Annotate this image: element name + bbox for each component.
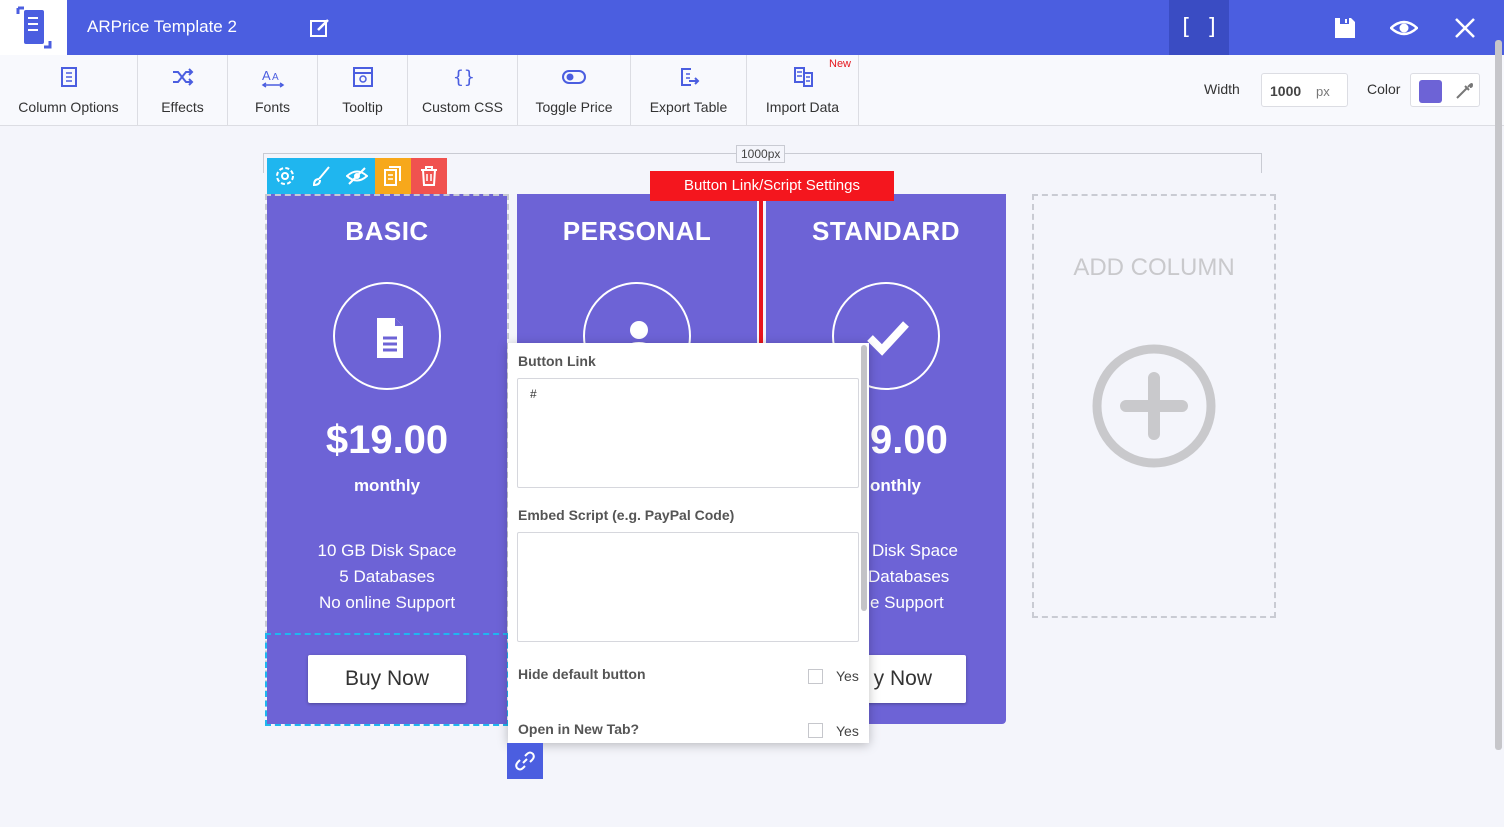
width-value: 1000 <box>1270 83 1302 99</box>
button-link-label: Button Link <box>518 353 596 369</box>
open-new-tab-yes-label: Yes <box>836 723 859 739</box>
feature-row[interactable]: No online Support <box>267 593 507 613</box>
trash-icon <box>421 166 437 186</box>
column-settings-button[interactable] <box>267 158 303 194</box>
toolbar-column-options[interactable]: Column Options <box>0 55 138 126</box>
eyedropper-icon[interactable] <box>1454 81 1474 101</box>
edit-title-icon[interactable] <box>308 16 332 40</box>
page-scrollbar[interactable] <box>1495 40 1502 750</box>
toolbar-label: Import Data <box>765 99 840 115</box>
toolbar-fonts[interactable]: AA Fonts <box>228 55 318 126</box>
column-options-icon <box>60 67 77 87</box>
add-column-button[interactable]: ADD COLUMN <box>1032 194 1276 618</box>
width-input[interactable]: 1000 px <box>1261 73 1348 107</box>
feature-row[interactable]: 10 GB Disk Space <box>267 541 507 561</box>
fullscreen-toggle-button[interactable]: [ ] <box>1169 0 1229 55</box>
column-period[interactable]: monthly <box>267 476 507 496</box>
app-logo <box>0 0 67 55</box>
button-link-settings-tooltip: Button Link/Script Settings <box>650 171 894 201</box>
toolbar-label: Tooltip <box>342 99 383 115</box>
feature-row[interactable]: Disk Space <box>872 541 958 561</box>
import-icon <box>793 67 813 87</box>
toolbar-label: Effects <box>161 99 204 115</box>
color-picker[interactable] <box>1410 73 1480 107</box>
toolbar-label: Fonts <box>254 99 290 115</box>
embed-script-textarea[interactable] <box>517 532 859 642</box>
svg-text:{}: {} <box>453 67 475 88</box>
toolbar-label: Column Options <box>18 99 119 115</box>
open-new-tab-checkbox[interactable] <box>808 723 823 738</box>
fonts-icon: AA <box>261 68 284 88</box>
color-label: Color <box>1367 81 1401 97</box>
column-period[interactable]: onthly <box>870 476 921 496</box>
svg-text:A: A <box>262 68 271 83</box>
toolbar-toggle-price[interactable]: Toggle Price <box>518 55 631 126</box>
top-bar: ARPrice Template 2 [ ] <box>0 0 1504 55</box>
button-link-textarea[interactable]: # <box>517 378 859 488</box>
svg-text:A: A <box>272 72 279 83</box>
hide-default-button-checkbox[interactable] <box>808 669 823 684</box>
width-label: Width <box>1204 81 1240 97</box>
button-link-settings-popup: Button Link # Embed Script (e.g. PayPal … <box>508 343 869 743</box>
template-title: ARPrice Template 2 <box>87 17 237 36</box>
column-title[interactable]: BASIC <box>267 216 507 247</box>
toolbar-tooltip[interactable]: Tooltip <box>318 55 408 126</box>
open-new-tab-label: Open in New Tab? <box>518 721 640 737</box>
ruler-label: 1000px <box>736 145 786 163</box>
editor-toolbar: Column Options Effects AA Fonts Tooltip … <box>0 55 1504 126</box>
check-icon <box>867 321 909 356</box>
eye-slash-icon <box>346 167 368 185</box>
column-title[interactable]: PERSONAL <box>517 216 757 247</box>
column-hide-button[interactable] <box>339 158 375 194</box>
toolbar-label: Toggle Price <box>535 99 613 115</box>
embed-script-label: Embed Script (e.g. PayPal Code) <box>518 507 735 523</box>
feature-row[interactable]: e Support <box>870 593 944 613</box>
column-duplicate-button[interactable] <box>375 158 411 194</box>
braces-icon: {} <box>453 67 475 88</box>
width-unit: px <box>1316 84 1330 99</box>
save-icon[interactable] <box>1331 14 1359 42</box>
tooltip-pointer-line <box>759 201 763 343</box>
new-badge: New <box>829 58 852 70</box>
toolbar-export-table[interactable]: Export Table <box>631 55 747 126</box>
column-title[interactable]: STANDARD <box>766 216 1006 247</box>
tooltip-icon <box>352 67 373 87</box>
toolbar-label: Custom CSS <box>422 99 503 115</box>
button-link-settings-button[interactable] <box>507 743 543 779</box>
hide-default-button-label: Hide default button <box>518 666 646 682</box>
column-price[interactable]: 9.00 <box>870 418 948 463</box>
add-column-label: ADD COLUMN <box>1073 254 1235 281</box>
plus-circle-icon <box>1092 344 1216 468</box>
hide-default-yes-label: Yes <box>836 668 859 684</box>
column-price[interactable]: $19.00 <box>267 418 507 463</box>
shuffle-icon <box>172 68 193 86</box>
color-swatch[interactable] <box>1419 80 1442 103</box>
copy-icon <box>384 166 401 186</box>
toggle-icon <box>562 70 586 84</box>
feature-row[interactable]: 5 Databases <box>267 567 507 587</box>
toolbar-label: Export Table <box>649 99 728 115</box>
feature-row[interactable]: Databases <box>868 567 949 587</box>
buy-now-button[interactable]: Buy Now <box>308 655 466 703</box>
column-style-button[interactable] <box>303 158 339 194</box>
pricing-column-basic[interactable]: BASIC $19.00 monthly 10 GB Disk Space 5 … <box>267 194 507 724</box>
export-icon <box>680 68 699 86</box>
popup-scrollbar[interactable] <box>861 345 867 611</box>
column-icon-circle[interactable] <box>333 282 441 390</box>
column-delete-button[interactable] <box>411 158 447 194</box>
close-icon[interactable] <box>1451 14 1479 42</box>
link-icon <box>515 751 535 771</box>
document-icon <box>377 318 403 358</box>
logo-icon <box>16 6 52 49</box>
brush-icon <box>312 166 330 187</box>
preview-eye-icon[interactable] <box>1389 14 1419 42</box>
gear-icon <box>276 167 294 185</box>
toolbar-effects[interactable]: Effects <box>138 55 228 126</box>
toolbar-custom-css[interactable]: {} Custom CSS <box>408 55 518 126</box>
